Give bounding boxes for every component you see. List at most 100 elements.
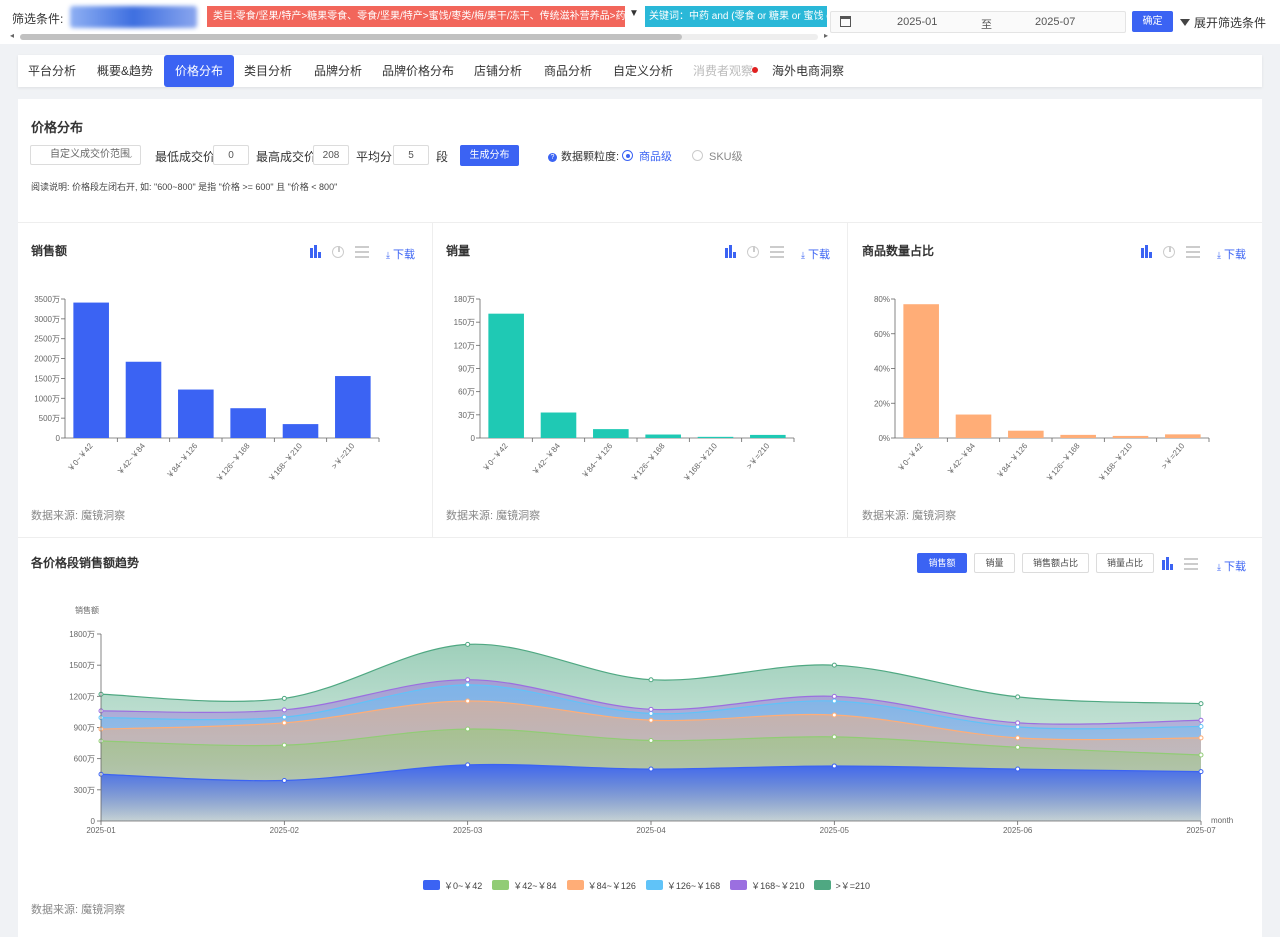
y-tick-label: 120万 [454,341,475,350]
segment-count-input[interactable] [393,145,429,165]
expand-filter-label: 展开筛选条件 [1194,16,1267,30]
sales-amount-bar-chart: 0 500万 1000万 1500万 2000万 2500万 3000万 3500万 ￥0~￥4… [34,295,380,484]
tab-platform[interactable]: 平台分析 [18,55,86,87]
data-point [465,726,471,732]
metric-volume-share-button[interactable]: 销量占比 [1096,553,1154,573]
category-filter-tag[interactable]: 类目:零食/坚果/特产>糖果零食、零食/坚果/特产>蜜饯/枣类/梅/果干/冻干、… [207,6,625,27]
table-icon[interactable] [1184,557,1198,571]
granularity-option-sku[interactable]: SKU级 [692,148,743,164]
tab-custom[interactable]: 自定义分析 [608,55,678,87]
x-tick-label: 2025-04 [636,826,666,835]
scroll-left-icon[interactable]: ◂ [10,31,14,40]
chevron-down-icon[interactable]: ▼ [629,8,639,19]
metric-sales-share-button[interactable]: 销售额占比 [1022,553,1089,573]
generate-distribution-button[interactable]: 生成分布 [460,145,519,166]
pie-chart-icon[interactable] [747,246,759,258]
bar-chart-icon[interactable] [724,245,738,259]
filter-scrollbar[interactable]: ◂ ▸ [10,31,828,41]
download-button[interactable]: ⤓ 下载 [386,246,415,262]
data-point [1198,723,1204,729]
keyword-filter-tag[interactable]: 关键词：中药 and (零食 or 糖果 or 蜜饯 or 枣 [645,6,827,27]
tab-brand-price[interactable]: 品牌价格分布 [378,55,458,87]
y-tick-label: 500万 [39,414,60,423]
legend-label: ￥126~￥168 [666,881,721,891]
max-price-label: 最高成交价 [256,150,317,164]
y-tick-label: 300万 [74,786,95,795]
bar [488,313,524,438]
tab-price-distribution[interactable]: 价格分布 [164,55,234,87]
sales-amount-chart-title: 销售额 [31,244,68,258]
legend-item[interactable]: ￥168~￥210 [730,879,804,892]
scrollbar-thumb[interactable] [20,34,682,40]
calendar-icon [840,16,851,27]
x-tick-label: 2025-02 [270,826,300,835]
data-point [831,693,837,699]
tab-overseas[interactable]: 海外电商洞察 [768,55,848,87]
metric-sales-volume-button[interactable]: 销量 [974,553,1015,573]
x-tick-label: >￥=210 [330,441,357,471]
bar-chart-icon[interactable] [309,245,323,259]
data-point [281,707,287,713]
data-point [1198,769,1204,775]
y-tick-label: 3500万 [34,295,60,304]
data-point [281,695,287,701]
legend-item[interactable]: ￥84~￥126 [566,879,636,892]
x-tick-label: ￥126~￥168 [214,441,252,483]
filter-label: 筛选条件: [12,12,64,26]
min-price-input[interactable] [213,145,249,165]
legend-item[interactable]: ￥126~￥168 [645,879,721,892]
x-tick-label: 2025-03 [453,826,483,835]
bar-chart-icon[interactable] [1140,245,1154,259]
y-tick-label: 180万 [454,295,475,304]
price-range-select[interactable]: 自定义成交价范围 ⌄ [30,145,141,165]
bar [593,429,629,438]
date-start[interactable]: 2025-01 [897,16,937,28]
download-button[interactable]: ⤓ 下载 [801,246,830,262]
download-button[interactable]: ⤓ 下载 [1217,558,1246,574]
date-range-picker[interactable]: 2025-01 至 2025-07 [830,11,1126,33]
download-button[interactable]: ⤓ 下载 [1217,246,1246,262]
min-price-label: 最低成交价 [155,150,216,164]
y-tick-label: 0% [878,434,890,443]
expand-filter-button[interactable]: 展开筛选条件 [1180,14,1266,31]
pie-chart-icon[interactable] [1163,246,1175,258]
legend-item[interactable]: >￥=210 [814,879,870,892]
y-tick-label: 20% [874,399,890,408]
legend-item[interactable]: ￥0~￥42 [423,879,482,892]
date-end[interactable]: 2025-07 [1035,16,1075,28]
blurred-filter-value [70,6,197,28]
data-point [831,734,837,740]
tab-brand[interactable]: 品牌分析 [304,55,372,87]
bar [903,304,939,438]
x-tick-label: ￥0~￥42 [481,441,510,473]
x-tick-label: >￥=210 [1160,441,1187,471]
x-tick-label: ￥0~￥42 [66,441,95,473]
data-source: 数据来源: 魔镜洞察 [446,510,541,522]
table-icon[interactable] [770,245,784,259]
confirm-button[interactable]: 确定 [1132,11,1173,32]
granularity-option-product[interactable]: 商品级 [622,148,672,164]
tab-overview[interactable]: 概要&趋势 [90,55,160,87]
tab-category[interactable]: 类目分析 [234,55,302,87]
legend-item[interactable]: ￥42~￥84 [492,879,557,892]
x-tick-label: 2025-05 [820,826,850,835]
help-icon[interactable]: ? [548,153,557,162]
table-icon[interactable] [1186,245,1200,259]
pie-chart-icon[interactable] [332,246,344,258]
data-point [1015,766,1021,772]
max-price-input[interactable] [313,145,349,165]
scroll-right-icon[interactable]: ▸ [824,31,828,40]
x-tick-label: ￥84~￥126 [165,441,200,480]
x-tick-label: ￥84~￥126 [580,441,615,480]
table-icon[interactable] [355,245,369,259]
data-point [1198,717,1204,723]
tab-consumer: 消费者观察 [690,55,758,87]
data-point [831,662,837,668]
x-tick-label: >￥=210 [745,441,772,471]
metric-sales-amount-button[interactable]: 销售额 [917,553,967,573]
data-point [1015,720,1021,726]
tab-store[interactable]: 店铺分析 [464,55,532,87]
tab-product[interactable]: 商品分析 [534,55,602,87]
analysis-tab-nav: 平台分析 概要&趋势 价格分布 类目分析 品牌分析 品牌价格分布 店铺分析 商品… [18,55,1262,87]
bar-chart-icon[interactable] [1161,557,1175,571]
